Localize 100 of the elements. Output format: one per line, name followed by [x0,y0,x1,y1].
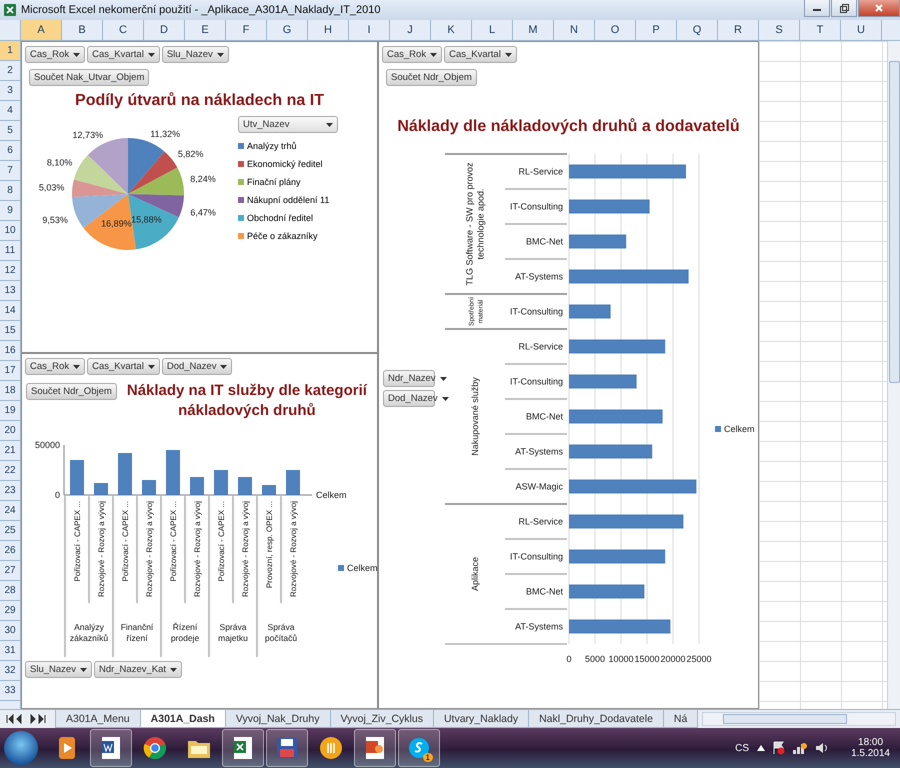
row-header[interactable]: 2 [0,61,20,81]
column-header[interactable]: E [185,20,226,40]
clock-date[interactable]: 1.5.2014 [851,748,890,759]
column-header[interactable]: D [144,20,185,40]
value-field-button[interactable]: Součet Ndr_Objem [386,69,477,86]
column-header[interactable]: U [841,20,882,40]
row-header[interactable]: 7 [0,161,20,181]
column-header[interactable]: R [718,20,759,40]
column-header[interactable]: C [103,20,144,40]
category-label: Rozvojové - Rozvoj a vývoj [193,501,202,598]
up-arrow-icon[interactable] [757,745,766,751]
column-header[interactable]: P [636,20,677,40]
column-header[interactable]: T [800,20,841,40]
row-header[interactable]: 32 [0,661,20,681]
horizontal-scrollbar[interactable] [702,712,896,726]
row-header[interactable]: 20 [0,421,20,441]
field-button[interactable]: Cas_Rok [25,46,86,63]
column-header[interactable]: A [21,20,62,40]
clock-time[interactable]: 18:00 [858,737,884,748]
field-button[interactable]: Cas_Kvartal [444,46,517,63]
taskbar-button[interactable]: 1 [398,729,440,767]
row-header[interactable]: 21 [0,441,20,461]
row-header[interactable]: 9 [0,201,20,221]
row-header[interactable]: 18 [0,381,20,401]
row-header[interactable]: 19 [0,401,20,421]
sheet-tab[interactable]: Vyvoj_Nak_Druhy [224,710,330,728]
row-header[interactable]: 27 [0,561,20,581]
field-button[interactable]: Slu_Nazev [162,46,229,63]
window-title: Microsoft Excel nekomerční použití - _Aplikace_A301A_Naklady_IT_2010 [21,4,381,16]
sheet-tab[interactable]: Utvary_Naklady [432,710,530,728]
field-button[interactable]: Cas_Kvartal [87,358,160,375]
field-button[interactable]: Ndr_Nazev_Kat [94,661,182,678]
column-header[interactable]: I [349,20,390,40]
column-bar [166,450,180,495]
row-header[interactable]: 17 [0,361,20,381]
column-header[interactable]: L [472,20,513,40]
column-header[interactable]: S [759,20,800,40]
axis-tick-label: 15000 [634,654,660,664]
row-header[interactable]: 26 [0,541,20,561]
row-header[interactable]: 16 [0,341,20,361]
sheet-tab[interactable]: Nakl_Druhy_Dodavatele [528,710,664,728]
field-button[interactable]: Cas_Kvartal [87,46,160,63]
row-header[interactable]: 29 [0,601,20,621]
flag-icon[interactable] [773,741,786,755]
row-header[interactable]: 33 [0,681,20,701]
row-header[interactable]: 24 [0,501,20,521]
sheet-tab[interactable]: A301A_Menu [55,710,141,728]
row-header[interactable]: 25 [0,521,20,541]
field-button[interactable]: Cas_Rok [382,46,442,63]
row-header[interactable]: 4 [0,101,20,121]
network-icon[interactable] [793,742,808,754]
row-header[interactable]: 15 [0,321,20,341]
column-header[interactable]: N [554,20,595,40]
row-header[interactable]: 6 [0,141,20,161]
column-header[interactable]: G [267,20,308,40]
row-header[interactable]: 23 [0,481,20,501]
legend-field-button[interactable]: Utv_Nazev [238,116,338,133]
row-header[interactable]: 1 [0,41,20,61]
column-header[interactable]: M [513,20,554,40]
dropdown-icon [170,668,178,672]
row-header[interactable]: 30 [0,621,20,641]
row-header[interactable]: 3 [0,81,20,101]
column-header[interactable]: J [390,20,431,40]
sheet-tab[interactable]: Ná [662,710,698,728]
column-header[interactable]: F [226,20,267,40]
row-header[interactable]: 10 [0,221,20,241]
column-header[interactable]: Q [677,20,718,40]
row-header[interactable]: 5 [0,121,20,141]
restore-button[interactable] [831,0,857,17]
taskbar-button[interactable] [222,729,264,767]
value-field-button[interactable]: Součet Nak_Utvar_Objem [29,69,150,86]
taskbar-button[interactable] [266,729,308,767]
start-button[interactable] [4,731,38,765]
category-label: Rozvojové - Rozvoj a vývoj [289,501,298,598]
column-header[interactable]: K [431,20,472,40]
row-header[interactable]: 28 [0,581,20,601]
row-header[interactable]: 11 [0,241,20,261]
speaker-icon[interactable] [815,742,830,754]
field-button[interactable]: Slu_Nazev [25,661,92,678]
row-header[interactable]: 12 [0,261,20,281]
value-field-button[interactable]: Součet Ndr_Objem [26,383,117,400]
vertical-scrollbar[interactable] [887,41,900,709]
column-header[interactable]: H [308,20,349,40]
row-header[interactable]: 13 [0,281,20,301]
language-indicator[interactable]: CS [735,742,750,754]
sheet-tab[interactable]: Vyvoj_Ziv_Cyklus [330,710,434,728]
row-header[interactable]: 31 [0,641,20,661]
row-header[interactable]: 14 [0,301,20,321]
taskbar-button[interactable] [90,729,132,767]
column-header[interactable]: O [595,20,636,40]
chat-icon [407,736,431,760]
field-button[interactable]: Dod_Nazev [162,358,232,375]
row-header[interactable]: 22 [0,461,20,481]
close-button[interactable] [858,0,900,17]
sheet-tab[interactable]: A301A_Dash [140,710,226,728]
row-header[interactable]: 8 [0,181,20,201]
taskbar-button[interactable] [354,729,396,767]
field-button[interactable]: Cas_Rok [25,358,86,375]
column-header[interactable]: B [62,20,103,40]
minimize-button[interactable] [804,0,830,17]
